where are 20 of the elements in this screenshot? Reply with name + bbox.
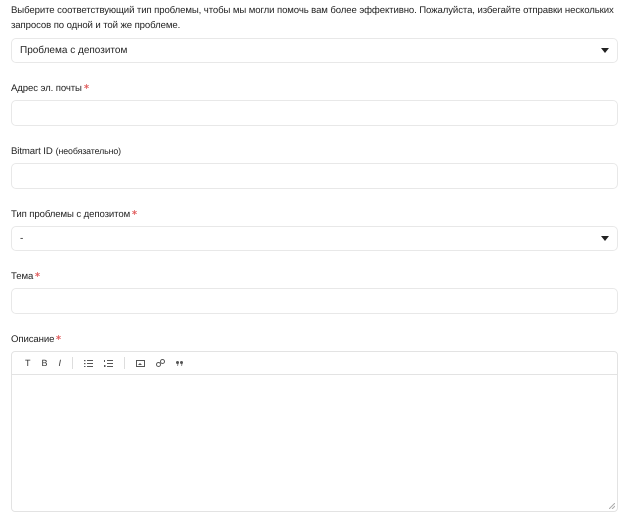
field-label: Описание [11,334,618,345]
link-icon[interactable] [156,359,166,367]
caret-icon [601,236,609,241]
select-field[interactable]: - [11,226,618,251]
field-label: Тема [11,271,618,282]
description-editor[interactable]: T B I [11,351,618,512]
intro-text: Выберите соответствующий тип проблемы, чтобы мы могли помочь вам более эффективно. Пожалуйста, избегайте отправки нескольких запросов по одной и той же проблеме. [11,4,615,33]
field-label: Bitmart ID (необязательно) [11,146,122,157]
italic-button[interactable]: I [58,358,62,368]
text-style-button[interactable]: T [25,358,30,368]
bold-button[interactable]: B [42,358,48,368]
image-icon[interactable] [136,360,146,366]
field-label: Тип проблемы с депозитом [11,209,618,220]
quote-icon[interactable] [176,360,184,366]
caret-icon [601,48,609,53]
resize-handle-icon[interactable] [609,503,615,509]
issue-type-select[interactable]: Проблема с депозитом [11,38,618,63]
field-label: Адрес эл. почты [11,83,618,94]
numbered-list-icon[interactable] [104,360,114,366]
bullet-list-icon[interactable] [84,360,94,366]
